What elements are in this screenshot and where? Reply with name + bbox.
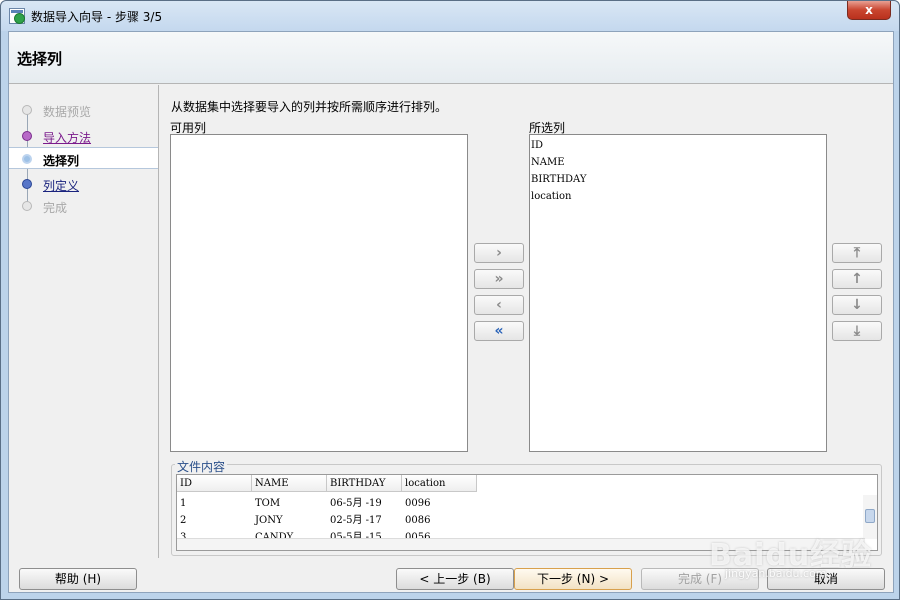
next-button[interactable]: 下一步 (N) > [514,568,632,590]
back-button[interactable]: < 上一步 (B) [396,568,514,590]
available-columns-list[interactable] [170,134,468,452]
move-down-button[interactable]: ↓ [832,295,882,315]
table-row[interactable]: 1 TOM 06-5月 -19 0096 [177,495,477,512]
table-cell: 06-5月 -19 [330,498,382,509]
move-right-button[interactable]: › [474,243,524,263]
list-item[interactable]: ID [530,137,826,154]
step-dot-icon [22,201,32,211]
table-cell: 0086 [405,515,431,526]
table-cell: 1 [180,498,187,509]
help-button[interactable]: 帮助 (H) [19,568,137,590]
title-bar[interactable]: 数据导入向导 - 步骤 3/5 x [1,1,899,31]
arrow-top-icon: ⤒ [853,245,861,261]
arrow-up-icon: ↑ [851,271,863,287]
wizard-window: 数据导入向导 - 步骤 3/5 x 选择列 数据预览 导入方法 选择列 列定义 [0,0,900,600]
table-row[interactable]: 2 JONY 02-5月 -17 0086 [177,512,477,529]
nav-item-label: 选择列 [43,154,80,168]
client-area: 选择列 数据预览 导入方法 选择列 列定义 完成 从数据集中选择要导入的列并按所… [8,31,894,593]
move-top-button[interactable]: ⤒ [832,243,882,263]
close-icon: x [865,3,873,17]
move-all-left-button[interactable]: « [474,321,524,341]
nav-item-import-method[interactable]: 导入方法 [9,125,158,147]
table-cell: 2 [180,515,187,526]
selected-columns-list[interactable]: ID NAME BIRTHDAY location [529,134,827,452]
table-cell: JONY [255,515,283,526]
nav-item-finish: 完成 [9,195,158,217]
window-title: 数据导入向导 - 步骤 3/5 [31,10,163,24]
move-left-button[interactable]: ‹ [474,295,524,315]
arrow-down-icon: ↓ [851,297,863,313]
nav-item-data-preview: 数据预览 [9,99,158,121]
step-dot-icon [22,179,32,189]
file-content-title: 文件内容 [175,458,228,475]
move-bottom-button[interactable]: ⤓ [832,321,882,341]
double-chevron-right-icon: » [494,271,504,287]
instruction-text: 从数据集中选择要导入的列并按所需顺序进行排列。 [171,100,448,114]
step-dot-icon [22,105,32,115]
table-cell: TOM [255,498,281,509]
arrow-bottom-icon: ⤓ [853,323,861,339]
step-header: 选择列 [9,32,893,84]
nav-item-label: 数据预览 [43,105,92,119]
table-cell: 0096 [405,498,431,509]
app-icon [9,8,25,24]
page-title: 选择列 [17,50,63,68]
nav-item-label[interactable]: 导入方法 [43,129,91,146]
list-item[interactable]: BIRTHDAY [530,171,826,188]
nav-item-select-columns[interactable]: 选择列 [9,147,158,169]
step-navigation: 数据预览 导入方法 选择列 列定义 完成 [9,85,159,558]
column-header[interactable]: location [402,475,477,492]
nav-item-label[interactable]: 列定义 [43,177,79,194]
watermark-url: jingyan.baidu.com [725,567,827,580]
table-header-row: ID NAME BIRTHDAY location [177,475,477,492]
double-chevron-left-icon: « [494,323,504,339]
list-item[interactable]: location [530,188,826,205]
table-cell: 02-5月 -17 [330,515,382,526]
move-up-button[interactable]: ↑ [832,269,882,289]
close-button[interactable]: x [847,1,891,20]
move-all-right-button[interactable]: » [474,269,524,289]
column-header[interactable]: ID [177,475,252,492]
step-dot-icon [22,131,32,141]
step-dot-icon [22,154,32,164]
list-item[interactable]: NAME [530,154,826,171]
column-header[interactable]: BIRTHDAY [327,475,402,492]
scroll-thumb[interactable] [865,509,875,523]
chevron-left-icon: ‹ [496,297,502,313]
chevron-right-icon: › [496,245,502,261]
nav-item-column-definition[interactable]: 列定义 [9,173,158,195]
nav-item-label: 完成 [43,201,68,215]
column-header[interactable]: NAME [252,475,327,492]
